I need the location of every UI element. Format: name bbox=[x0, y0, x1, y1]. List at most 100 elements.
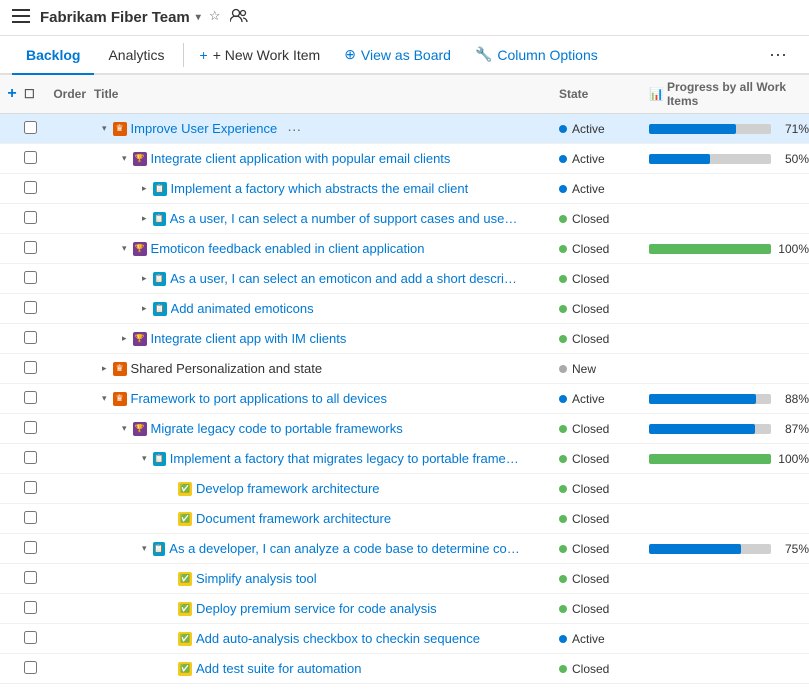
nav-more-button[interactable]: ··· bbox=[759, 36, 797, 73]
row-check-input[interactable] bbox=[24, 571, 37, 584]
table-row[interactable]: + ▾ ♛ Improve User Experience ··· Active… bbox=[0, 114, 809, 144]
row-title[interactable]: Implement a factory which abstracts the … bbox=[171, 181, 469, 196]
row-checkbox[interactable] bbox=[24, 361, 44, 377]
collapse-icon[interactable]: ▾ bbox=[142, 453, 147, 464]
table-row[interactable]: + ▾ ♛ Framework to port applications to … bbox=[0, 384, 809, 414]
row-title[interactable]: Implement a factory that migrates legacy… bbox=[170, 451, 521, 466]
row-checkbox[interactable] bbox=[24, 511, 44, 527]
expand-icon[interactable]: ▸ bbox=[142, 303, 147, 314]
table-row[interactable]: + ✅ Document framework architecture Clos… bbox=[0, 504, 809, 534]
row-check-input[interactable] bbox=[24, 661, 37, 674]
table-row[interactable]: + ✅ Develop framework architecture Close… bbox=[0, 474, 809, 504]
hamburger-icon[interactable] bbox=[12, 9, 30, 26]
table-row[interactable]: + ▾ 📋 Implement a factory that migrates … bbox=[0, 444, 809, 474]
row-context-menu[interactable]: ··· bbox=[281, 121, 307, 137]
expand-icon[interactable]: ▸ bbox=[142, 213, 147, 224]
row-checkbox[interactable] bbox=[24, 481, 44, 497]
row-checkbox[interactable] bbox=[24, 631, 44, 647]
collapse-icon[interactable]: ▾ bbox=[102, 123, 107, 134]
view-as-board-button[interactable]: ⊕ View as Board bbox=[332, 38, 463, 71]
row-title[interactable]: Emoticon feedback enabled in client appl… bbox=[151, 241, 425, 256]
row-check-input[interactable] bbox=[24, 121, 37, 134]
table-row[interactable]: + ▾ 🏆 Migrate legacy code to portable fr… bbox=[0, 414, 809, 444]
row-checkbox[interactable] bbox=[24, 331, 44, 347]
table-row[interactable]: + ▸ 📋 Add animated emoticons Closed bbox=[0, 294, 809, 324]
row-title[interactable]: Simplify analysis tool bbox=[196, 571, 317, 586]
row-title[interactable]: Improve User Experience bbox=[131, 121, 278, 136]
row-check-input[interactable] bbox=[24, 391, 37, 404]
row-title[interactable]: As a developer, I can analyze a code bas… bbox=[169, 541, 521, 556]
expand-icon[interactable]: ▸ bbox=[122, 333, 127, 344]
table-row[interactable]: + ▸ ♛ Shared Personalization and state N… bbox=[0, 354, 809, 384]
collapse-icon[interactable]: ▾ bbox=[142, 543, 147, 554]
people-icon[interactable] bbox=[230, 8, 248, 27]
row-checkbox[interactable] bbox=[24, 241, 44, 257]
row-check-input[interactable] bbox=[24, 211, 37, 224]
new-work-item-button[interactable]: + + New Work Item bbox=[188, 39, 333, 71]
star-icon[interactable]: ☆ bbox=[209, 8, 221, 27]
column-options-button[interactable]: 🔧 Column Options bbox=[463, 38, 610, 71]
table-row[interactable]: + ▸ 📋 Implement a factory which abstract… bbox=[0, 174, 809, 204]
collapse-icon[interactable]: ▾ bbox=[122, 423, 127, 434]
row-checkbox[interactable] bbox=[24, 181, 44, 197]
table-row[interactable]: + ▸ 🏆 Integrate client app with IM clien… bbox=[0, 324, 809, 354]
expand-icon[interactable]: ▸ bbox=[142, 183, 147, 194]
expand-icon[interactable]: ▸ bbox=[102, 363, 107, 374]
row-checkbox[interactable] bbox=[24, 301, 44, 317]
row-title[interactable]: Integrate client application with popula… bbox=[151, 151, 451, 166]
row-checkbox[interactable] bbox=[24, 661, 44, 677]
table-row[interactable]: + ▾ 📋 As a developer, I can analyze a co… bbox=[0, 534, 809, 564]
collapse-icon[interactable]: ▾ bbox=[122, 243, 127, 254]
row-title[interactable]: Migrate legacy code to portable framewor… bbox=[151, 421, 403, 436]
row-check-input[interactable] bbox=[24, 451, 37, 464]
table-row[interactable]: + ▸ 📋 As a user, I can select a number o… bbox=[0, 204, 809, 234]
table-row[interactable]: + ✅ Simplify analysis tool Closed bbox=[0, 564, 809, 594]
table-row[interactable]: + ✅ Deploy premium service for code anal… bbox=[0, 594, 809, 624]
row-check-input[interactable] bbox=[24, 511, 37, 524]
row-check-input[interactable] bbox=[24, 481, 37, 494]
add-row-button[interactable]: + bbox=[0, 85, 24, 103]
row-check-input[interactable] bbox=[24, 181, 37, 194]
row-checkbox[interactable] bbox=[24, 271, 44, 287]
row-title[interactable]: As a user, I can select an emoticon and … bbox=[170, 271, 520, 286]
row-checkbox[interactable] bbox=[24, 121, 44, 137]
row-checkbox[interactable] bbox=[24, 391, 44, 407]
row-checkbox[interactable] bbox=[24, 211, 44, 227]
row-title[interactable]: Integrate client app with IM clients bbox=[151, 331, 347, 346]
row-checkbox[interactable] bbox=[24, 571, 44, 587]
row-title[interactable]: Add animated emoticons bbox=[171, 301, 314, 316]
collapse-icon[interactable]: ▾ bbox=[122, 153, 127, 164]
table-row[interactable]: + ✅ Add test suite for automation Closed bbox=[0, 654, 809, 684]
row-title[interactable]: Shared Personalization and state bbox=[131, 361, 323, 376]
team-chevron-icon[interactable]: ▾ bbox=[196, 12, 201, 23]
row-check-input[interactable] bbox=[24, 361, 37, 374]
table-row[interactable]: + ✅ Add auto-analysis checkbox to checki… bbox=[0, 624, 809, 654]
table-row[interactable]: + ▸ 📋 As a user, I can select an emotico… bbox=[0, 264, 809, 294]
expand-icon[interactable]: ▸ bbox=[142, 273, 147, 284]
row-checkbox[interactable] bbox=[24, 601, 44, 617]
row-checkbox[interactable] bbox=[24, 421, 44, 437]
row-check-input[interactable] bbox=[24, 601, 37, 614]
row-checkbox[interactable] bbox=[24, 541, 44, 557]
nav-analytics[interactable]: Analytics bbox=[94, 37, 178, 75]
row-title[interactable]: Add test suite for automation bbox=[196, 661, 361, 676]
row-check-input[interactable] bbox=[24, 241, 37, 254]
row-checkbox[interactable] bbox=[24, 151, 44, 167]
row-check-input[interactable] bbox=[24, 151, 37, 164]
row-check-input[interactable] bbox=[24, 541, 37, 554]
table-row[interactable]: + ▾ 🏆 Emoticon feedback enabled in clien… bbox=[0, 234, 809, 264]
row-title[interactable]: Develop framework architecture bbox=[196, 481, 380, 496]
row-title[interactable]: Framework to port applications to all de… bbox=[131, 391, 388, 406]
row-check-input[interactable] bbox=[24, 631, 37, 644]
row-checkbox[interactable] bbox=[24, 451, 44, 467]
nav-backlog[interactable]: Backlog bbox=[12, 37, 94, 75]
collapse-icon[interactable]: ▾ bbox=[102, 393, 107, 404]
row-check-input[interactable] bbox=[24, 301, 37, 314]
row-title[interactable]: Add auto-analysis checkbox to checkin se… bbox=[196, 631, 480, 646]
row-check-input[interactable] bbox=[24, 421, 37, 434]
row-title[interactable]: As a user, I can select a number of supp… bbox=[170, 211, 521, 226]
row-check-input[interactable] bbox=[24, 271, 37, 284]
row-title[interactable]: Deploy premium service for code analysis bbox=[196, 601, 437, 616]
row-check-input[interactable] bbox=[24, 331, 37, 344]
check-column[interactable]: ☐ bbox=[24, 87, 44, 101]
